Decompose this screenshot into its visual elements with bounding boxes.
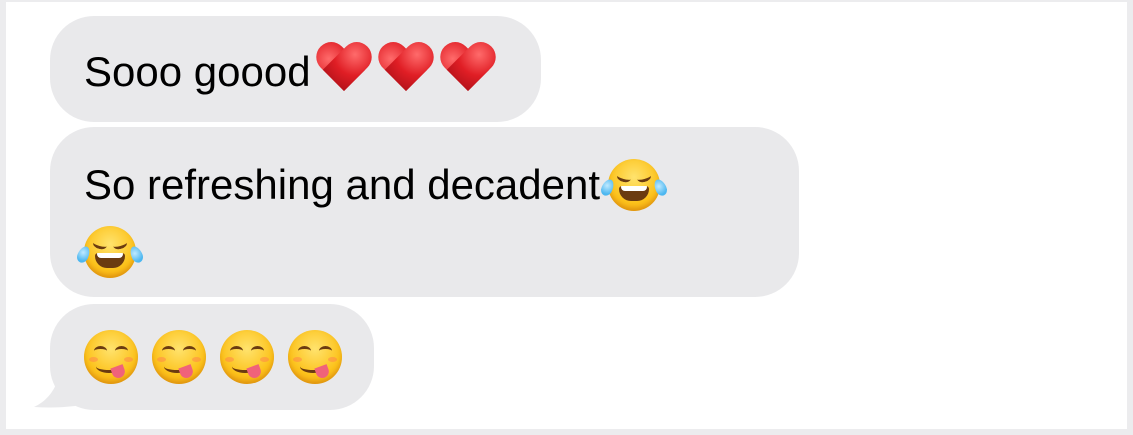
message-continuation xyxy=(74,218,763,280)
message-bubble-1[interactable]: Sooo goood xyxy=(50,16,541,122)
face-savoring-food-icon xyxy=(288,330,342,384)
face-savoring-food-icon xyxy=(84,330,138,384)
message-text: Sooo goood xyxy=(84,47,311,95)
message-bubble-3[interactable] xyxy=(50,304,374,410)
face-savoring-food-icon xyxy=(152,330,206,384)
face-savoring-food-icon xyxy=(220,330,274,384)
red-heart-icon xyxy=(377,43,435,95)
message-thread: Sooo goood So refreshing and decadent xyxy=(6,2,1127,429)
face-with-tears-of-joy-icon xyxy=(74,225,146,278)
message-bubble-2[interactable]: So refreshing and decadent xyxy=(50,127,799,297)
red-heart-icon xyxy=(439,43,497,95)
red-heart-icon xyxy=(315,43,373,95)
message-text: So refreshing and decadent xyxy=(84,160,601,208)
face-with-tears-of-joy-icon xyxy=(598,158,670,211)
